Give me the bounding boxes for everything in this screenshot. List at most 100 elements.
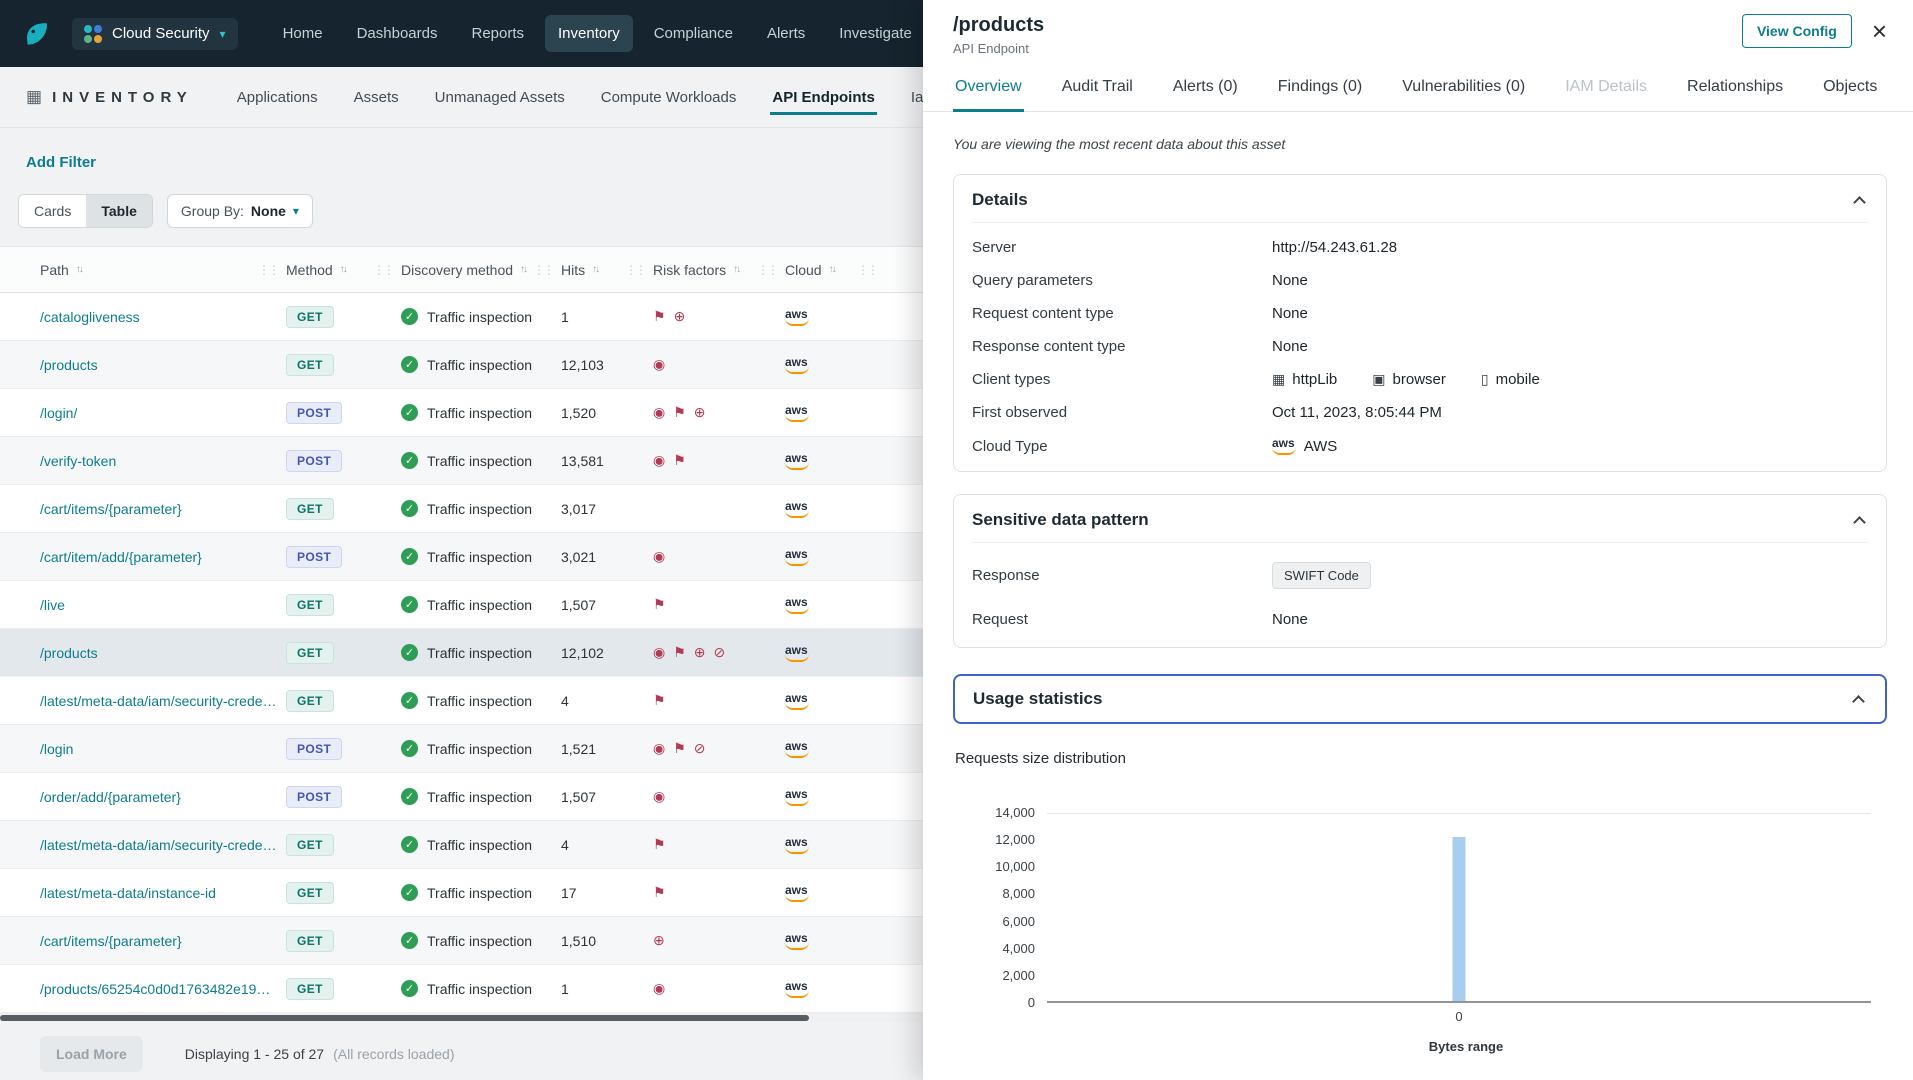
path-link[interactable]: /products <box>40 645 98 661</box>
horizontal-scrollbar[interactable] <box>0 1013 930 1022</box>
path-link[interactable]: /catalogliveness <box>40 309 140 325</box>
cloud-cell: aws <box>785 308 885 326</box>
table-row[interactable]: /order/add/{parameter}POST✓Traffic inspe… <box>0 773 930 821</box>
nav-item-compliance[interactable]: Compliance <box>641 15 746 52</box>
nav-item-dashboards[interactable]: Dashboards <box>344 15 451 52</box>
path-link[interactable]: /cart/item/add/{parameter} <box>40 549 202 565</box>
inventory-tab-assets[interactable]: Assets <box>352 83 401 112</box>
load-more-button[interactable]: Load More <box>40 1036 143 1072</box>
scrollbar-thumb[interactable] <box>0 1015 809 1021</box>
add-filter-button[interactable]: Add Filter <box>26 154 96 171</box>
chart-plot: 0 <box>1047 813 1871 1003</box>
usage-section-title: Usage statistics <box>973 689 1102 709</box>
panel-tab-findings-0[interactable]: Findings (0) <box>1276 68 1364 112</box>
cards-view-button[interactable]: Cards <box>19 195 86 227</box>
sort-icon[interactable]: ↑↓ <box>829 264 835 275</box>
nav-item-inventory[interactable]: Inventory <box>545 15 633 52</box>
table-row[interactable]: /liveGET✓Traffic inspection1,507⚑aws <box>0 581 930 629</box>
path-link[interactable]: /live <box>40 597 65 613</box>
table-row[interactable]: /cataloglivenessGET✓Traffic inspection1⚑… <box>0 293 930 341</box>
path-link[interactable]: /products/65254c0d0d1763482e195804 <box>40 981 278 997</box>
detail-label: Client types <box>972 371 1272 388</box>
table-row[interactable]: /cart/items/{parameter}GET✓Traffic inspe… <box>0 917 930 965</box>
inventory-tab-unmanaged-assets[interactable]: Unmanaged Assets <box>433 83 567 112</box>
table-view-button[interactable]: Table <box>86 195 152 227</box>
panel-tab-vulnerabilities-0[interactable]: Vulnerabilities (0) <box>1400 68 1527 112</box>
nav-item-reports[interactable]: Reports <box>458 15 537 52</box>
risk-globe-icon: ⊕ <box>694 644 706 661</box>
sensitive-section-header[interactable]: Sensitive data pattern <box>972 495 1868 543</box>
view-config-button[interactable]: View Config <box>1742 14 1852 48</box>
risk-siren-icon: ◉ <box>653 644 665 661</box>
panel-tab-relationships[interactable]: Relationships <box>1685 68 1785 112</box>
path-link[interactable]: /order/add/{parameter} <box>40 789 181 805</box>
logo-dot <box>94 25 102 33</box>
path-link[interactable]: /products <box>40 357 98 373</box>
path-link[interactable]: /latest/meta-data/instance-id <box>40 885 216 901</box>
inventory-tab-api-endpoints[interactable]: API Endpoints <box>770 83 877 112</box>
sort-icon[interactable]: ↑↓ <box>520 264 526 275</box>
method-badge: GET <box>286 978 334 1000</box>
inventory-tab-compute-workloads[interactable]: Compute Workloads <box>599 83 739 112</box>
panel-tab-overview[interactable]: Overview <box>953 68 1024 112</box>
orca-logo[interactable] <box>20 17 54 51</box>
group-by-dropdown[interactable]: Group By: None ▾ <box>167 194 313 228</box>
column-grip-icon[interactable]: ⋮⋮ <box>258 263 278 277</box>
path-link[interactable]: /login <box>40 741 73 757</box>
sort-icon[interactable]: ↑↓ <box>733 264 739 275</box>
cloud-cell: aws <box>785 500 885 518</box>
path-link[interactable]: /latest/meta-data/iam/security-credentia… <box>40 693 278 709</box>
column-grip-icon[interactable]: ⋮⋮ <box>625 263 645 277</box>
method-cell: POST <box>286 786 401 808</box>
discovery-label: Traffic inspection <box>427 549 532 565</box>
method-cell: POST <box>286 450 401 472</box>
table-row[interactable]: /latest/meta-data/instance-idGET✓Traffic… <box>0 869 930 917</box>
sort-icon[interactable]: ↑↓ <box>592 264 598 275</box>
mobile-icon: ▯ <box>1481 371 1489 388</box>
path-link[interactable]: /cart/items/{parameter} <box>40 933 182 949</box>
table-row[interactable]: /verify-tokenPOST✓Traffic inspection13,5… <box>0 437 930 485</box>
path-link[interactable]: /verify-token <box>40 453 116 469</box>
risk-factors-cell: ◉ <box>653 788 785 805</box>
nav-item-alerts[interactable]: Alerts <box>754 15 818 52</box>
sort-icon[interactable]: ↑↓ <box>76 264 82 275</box>
aws-logo: aws <box>785 452 808 470</box>
table-row[interactable]: /latest/meta-data/iam/security-credentia… <box>0 677 930 725</box>
path-link[interactable]: /login/ <box>40 405 77 421</box>
detail-row: Response content typeNone <box>972 330 1868 363</box>
table-row[interactable]: /cart/item/add/{parameter}POST✓Traffic i… <box>0 533 930 581</box>
table-row[interactable]: /productsGET✓Traffic inspection12,103◉aw… <box>0 341 930 389</box>
sensitive-label: Response <box>972 567 1272 584</box>
table-row[interactable]: /productsGET✓Traffic inspection12,102◉⚑⊕… <box>0 629 930 677</box>
y-tick-label: 8,000 <box>1002 886 1035 901</box>
column-grip-icon[interactable]: ⋮⋮ <box>757 263 777 277</box>
table-row[interactable]: /latest/meta-data/iam/security-credentia… <box>0 821 930 869</box>
chevron-up-icon <box>1853 516 1866 529</box>
inventory-tab-applications[interactable]: Applications <box>235 83 320 112</box>
nav-item-home[interactable]: Home <box>270 15 336 52</box>
column-grip-icon[interactable]: ⋮⋮ <box>857 263 877 277</box>
table-row[interactable]: /products/65254c0d0d1763482e195804GET✓Tr… <box>0 965 930 1013</box>
sort-icon[interactable]: ↑↓ <box>340 264 346 275</box>
usage-statistics-header[interactable]: Usage statistics <box>953 674 1887 724</box>
column-grip-icon[interactable]: ⋮⋮ <box>533 263 553 277</box>
hits-cell: 1,520 <box>561 405 653 421</box>
table-row[interactable]: /cart/items/{parameter}GET✓Traffic inspe… <box>0 485 930 533</box>
hits-cell: 17 <box>561 885 653 901</box>
panel-tab-objects[interactable]: Objects <box>1821 68 1879 112</box>
path-link[interactable]: /latest/meta-data/iam/security-credentia… <box>40 837 278 853</box>
table-row[interactable]: /login/POST✓Traffic inspection1,520◉⚑⊕aw… <box>0 389 930 437</box>
close-icon[interactable]: × <box>1872 18 1887 44</box>
cloud-cell: aws <box>785 932 885 950</box>
column-grip-icon[interactable]: ⋮⋮ <box>373 263 393 277</box>
panel-tab-audit-trail[interactable]: Audit Trail <box>1060 68 1135 112</box>
column-label: Discovery method <box>401 262 513 278</box>
path-link[interactable]: /cart/items/{parameter} <box>40 501 182 517</box>
method-badge: GET <box>286 690 334 712</box>
details-section-header[interactable]: Details <box>972 175 1868 223</box>
product-selector[interactable]: Cloud Security ▾ <box>72 18 238 50</box>
panel-tab-alerts-0[interactable]: Alerts (0) <box>1171 68 1240 112</box>
detail-value: None <box>1272 338 1308 355</box>
table-row[interactable]: /loginPOST✓Traffic inspection1,521◉⚑⊘aws <box>0 725 930 773</box>
nav-item-investigate[interactable]: Investigate <box>826 15 925 52</box>
